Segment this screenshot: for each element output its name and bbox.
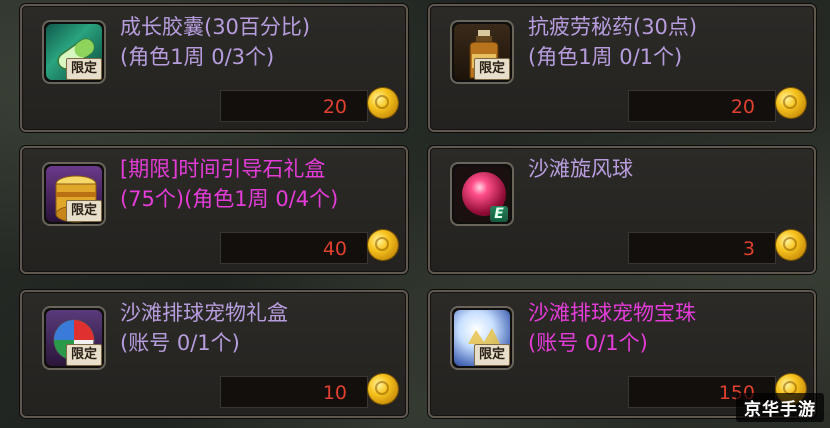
item-name: 沙滩排球宠物宝珠 (账号 0/1个) [528, 298, 808, 358]
price-bar: 40 [220, 232, 368, 264]
item-name: 抗疲劳秘药(30点) (角色1周 0/1个) [528, 12, 808, 72]
gold-coin-icon [776, 230, 806, 260]
gold-coin-icon [368, 374, 398, 404]
limited-badge: 限定 [66, 200, 102, 222]
item-icon-frame[interactable]: 限定 [450, 20, 514, 84]
item-name-line2: (账号 0/1个) [528, 331, 648, 355]
item-icon-frame[interactable]: 限定 [42, 20, 106, 84]
item-name: 成长胶囊(30百分比) (角色1周 0/3个) [120, 12, 400, 72]
shop-item-card[interactable]: 限定 成长胶囊(30百分比) (角色1周 0/3个) 20 [20, 4, 408, 132]
price-value: 10 [322, 382, 347, 404]
price-value: 40 [322, 238, 347, 260]
item-name: 沙滩旋风球 [528, 154, 808, 184]
gold-coin-icon [776, 88, 806, 118]
price-value: 3 [742, 238, 755, 260]
price-bar: 20 [628, 90, 776, 122]
shop-item-card[interactable]: 限定 沙滩排球宠物礼盒 (账号 0/1个) 10 [20, 290, 408, 418]
item-icon-frame[interactable]: E [450, 162, 514, 226]
price-value: 20 [322, 96, 347, 118]
item-name-line1: 抗疲劳秘药(30点) [528, 15, 698, 39]
item-name-line1: 沙滩旋风球 [528, 157, 633, 181]
price-bar: 20 [220, 90, 368, 122]
item-name: 沙滩排球宠物礼盒 (账号 0/1个) [120, 298, 400, 358]
item-icon-frame[interactable]: 限定 [450, 306, 514, 370]
limited-badge: 限定 [474, 344, 510, 366]
item-name-line2: (账号 0/1个) [120, 331, 240, 355]
item-name-line1: 沙滩排球宠物宝珠 [528, 301, 696, 325]
gold-coin-icon [368, 88, 398, 118]
price-bar: 3 [628, 232, 776, 264]
item-name-line1: 沙滩排球宠物礼盒 [120, 301, 288, 325]
limited-badge: 限定 [66, 58, 102, 80]
item-icon-frame[interactable]: 限定 [42, 162, 106, 226]
e-badge: E [490, 206, 508, 222]
gold-coin-icon [368, 230, 398, 260]
item-name: [期限]时间引导石礼盒 (75个)(角色1周 0/4个) [120, 154, 400, 214]
item-name-line1: [期限]时间引导石礼盒 [120, 157, 326, 181]
item-icon-frame[interactable]: 限定 [42, 306, 106, 370]
price-bar: 10 [220, 376, 368, 408]
limited-badge: 限定 [474, 58, 510, 80]
item-name-line2: (角色1周 0/3个) [120, 45, 275, 69]
limited-badge: 限定 [66, 344, 102, 366]
shop-item-card[interactable]: 限定 抗疲劳秘药(30点) (角色1周 0/1个) 20 [428, 4, 816, 132]
shop-item-card[interactable]: 限定 [期限]时间引导石礼盒 (75个)(角色1周 0/4个) 40 [20, 146, 408, 274]
watermark: 京华手游 [736, 393, 824, 422]
item-name-line2: (75个)(角色1周 0/4个) [120, 187, 339, 211]
item-name-line1: 成长胶囊(30百分比) [120, 15, 311, 39]
price-value: 20 [730, 96, 755, 118]
item-name-line2: (角色1周 0/1个) [528, 45, 683, 69]
shop-item-card[interactable]: E 沙滩旋风球 3 [428, 146, 816, 274]
